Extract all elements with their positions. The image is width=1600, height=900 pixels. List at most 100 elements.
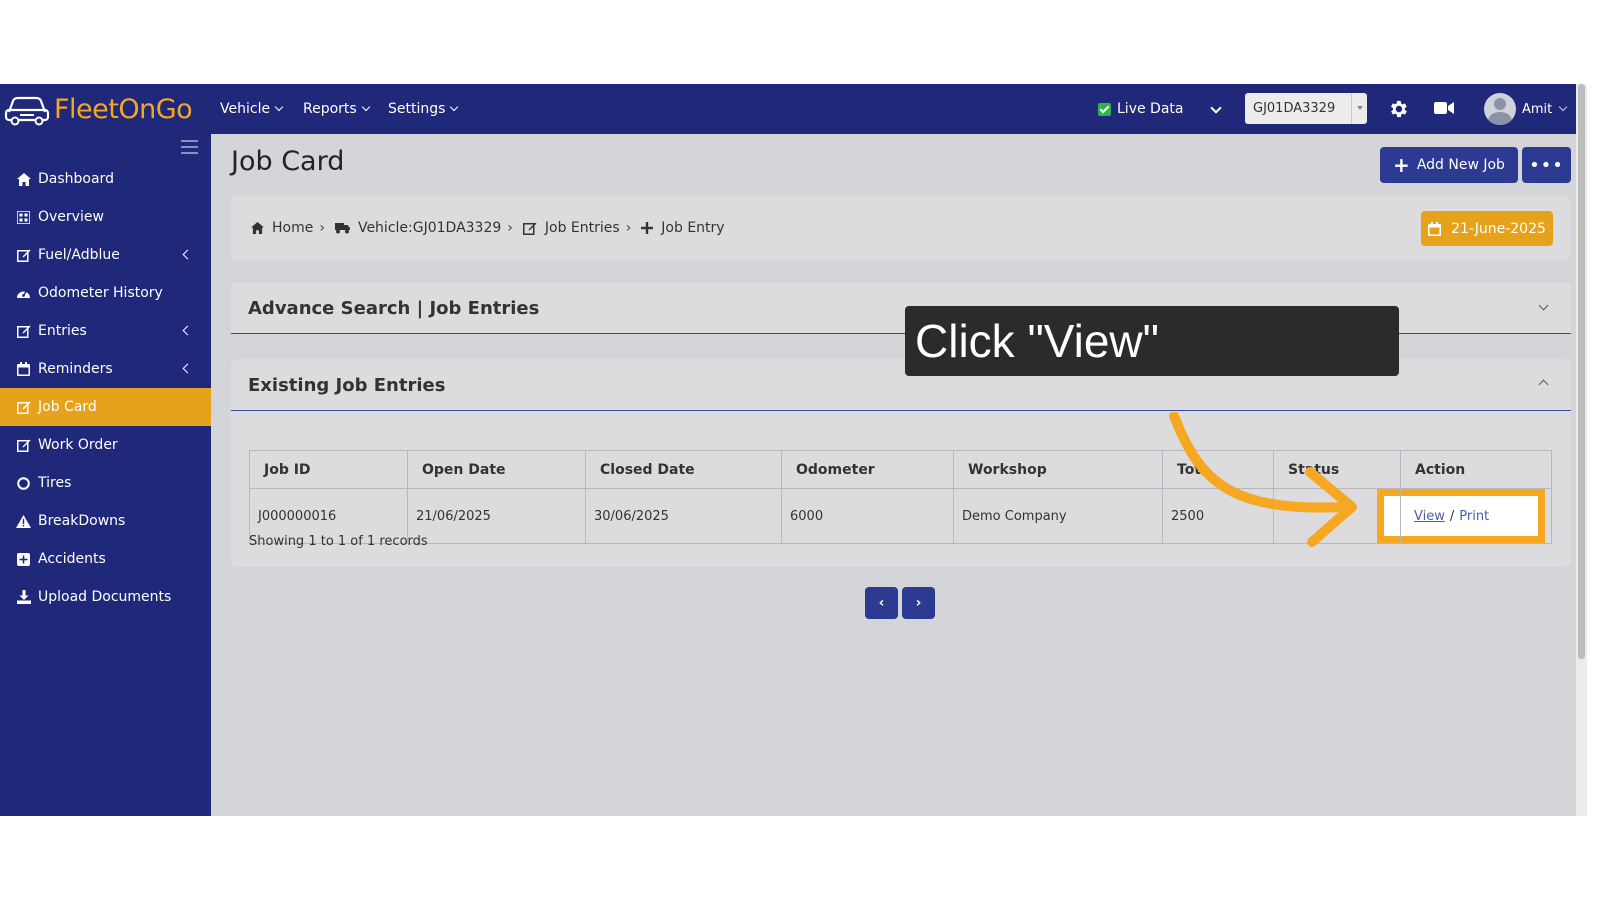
cell-open-date: 21/06/2025 [407,488,586,544]
cell-odometer: 6000 [781,488,954,544]
brand-name: FleetOnGo [54,93,193,125]
app-frame: FleetOnGo Vehicle Reports Settings Live … [0,84,1587,816]
page-title: Job Card [231,146,345,177]
sidebar-item-label: Entries [38,323,87,339]
sidebar-item-label: Upload Documents [38,589,172,605]
sidebar-item-accidents[interactable]: Accidents [0,540,211,578]
chevron-down-icon [450,102,459,112]
print-link[interactable]: Print [1459,509,1489,524]
breadcrumb-vehicle[interactable]: Vehicle:GJ01DA3329 [358,220,501,236]
sidebar-item-overview[interactable]: Overview [0,198,211,236]
breadcrumb-job-entries[interactable]: Job Entries [545,220,620,236]
chevron-left-icon [182,249,193,260]
records-count: Showing 1 to 1 of 1 records [249,534,428,549]
sidebar-item-label: Dashboard [38,171,114,187]
plus-icon: + [1393,153,1410,177]
sidebar-item-entries[interactable]: Entries [0,312,211,350]
breadcrumb-separator: › [319,220,325,236]
calendar-icon [1428,221,1442,236]
sidebar-item-label: Accidents [38,551,106,567]
column-header-workshop[interactable]: Workshop [953,450,1163,489]
sidebar-item-label: Fuel/Adblue [38,247,120,263]
breadcrumb: Home › Vehicle:GJ01DA3329 › Job Entries … [251,196,725,260]
column-header-job-id[interactable]: Job ID [249,450,408,489]
scrollbar-thumb[interactable] [1578,84,1585,659]
chevron-down-icon [1559,102,1568,112]
add-new-job-button[interactable]: + Add New Job [1380,147,1518,183]
brand-logo[interactable]: FleetOnGo [4,90,193,128]
cell-workshop: Demo Company [953,488,1163,544]
breadcrumb-card: Home › Vehicle:GJ01DA3329 › Job Entries … [231,196,1571,260]
edit-icon [16,324,31,339]
sidebar-item-job-card[interactable]: Job Card [0,388,211,426]
sidebar-item-tires[interactable]: Tires [0,464,211,502]
chevron-down-icon[interactable] [1538,300,1549,311]
sidebar-item-label: BreakDowns [38,513,126,529]
entries-title: Existing Job Entries [248,374,446,396]
hamburger-icon[interactable] [181,140,198,158]
cell-action: View / Print [1377,488,1552,544]
sidebar-item-breakdowns[interactable]: BreakDowns [0,502,211,540]
cell-closed-date: 30/06/2025 [585,488,782,544]
top-navbar: FleetOnGo Vehicle Reports Settings Live … [0,84,1576,134]
dropdown-arrow-icon[interactable] [1351,93,1367,124]
edit-icon [16,400,31,415]
sidebar-item-reminders[interactable]: Reminders [0,350,211,388]
more-options-button[interactable]: ••• [1522,147,1571,183]
breadcrumb-job-entry: Job Entry [661,220,725,236]
download-icon [16,590,31,605]
plus-icon [641,222,654,234]
sidebar-item-upload-documents[interactable]: Upload Documents [0,578,211,616]
edit-icon [16,438,31,453]
breadcrumb-separator: › [625,220,632,236]
live-data-label: Live Data [1117,101,1184,117]
video-camera-icon[interactable] [1434,100,1454,116]
column-header-closed-date[interactable]: Closed Date [585,450,782,489]
edit-icon [16,248,31,263]
breadcrumb-separator: › [507,220,513,236]
pointer-arrow-icon [1169,412,1357,547]
chevron-down-icon [361,102,370,112]
chevron-down-icon [274,102,284,112]
sidebar-item-label: Reminders [38,361,113,377]
vehicle-select[interactable]: GJ01DA3329 [1245,93,1367,124]
home-icon [16,172,31,187]
menu-reports[interactable]: Reports [303,84,370,134]
sidebar-item-dashboard[interactable]: Dashboard [0,160,211,198]
user-name: Amit [1522,101,1553,117]
sidebar-item-label: Job Card [38,399,97,415]
sidebar-item-odometer-history[interactable]: Odometer History [0,274,211,312]
instruction-tooltip: Click "View" [905,306,1399,376]
sidebar-item-work-order[interactable]: Work Order [0,426,211,464]
existing-job-entries-panel: Existing Job Entries Job ID Open Date Cl… [231,359,1571,567]
date-button[interactable]: 21-June-2025 [1421,211,1553,246]
action-highlight: View / Print [1377,489,1545,543]
view-link[interactable]: View [1414,509,1445,524]
sidebar-item-label: Work Order [38,437,118,453]
sidebar-item-label: Tires [38,475,72,491]
checkbox-checked-icon[interactable] [1098,102,1111,116]
menu-vehicle[interactable]: Vehicle [220,84,284,134]
column-header-action: Action [1400,450,1552,489]
column-header-open-date[interactable]: Open Date [407,450,586,489]
user-menu[interactable]: Amit [1484,93,1568,125]
breadcrumb-home[interactable]: Home [272,220,313,236]
home-icon [251,222,264,234]
vertical-scrollbar[interactable] [1576,84,1587,816]
plus-square-icon [16,552,31,567]
sidebar-item-label: Odometer History [38,285,163,301]
chevron-down-icon[interactable] [1210,102,1222,114]
column-header-odometer[interactable]: Odometer [781,450,954,489]
menu-settings[interactable]: Settings [388,84,459,134]
warning-icon [16,514,31,529]
avatar[interactable] [1484,93,1516,125]
sidebar-item-label: Overview [38,209,104,225]
next-page-button[interactable]: › [902,587,935,619]
live-data-toggle[interactable]: Live Data [1098,84,1183,134]
previous-page-button[interactable]: ‹ [865,587,898,619]
sidebar: Dashboard Overview Fuel/Adblue Odometer … [0,134,211,816]
edit-icon [522,221,537,235]
sidebar-item-fuel-adblue[interactable]: Fuel/Adblue [0,236,211,274]
gear-icon[interactable] [1387,98,1409,120]
chevron-up-icon[interactable] [1538,379,1549,390]
